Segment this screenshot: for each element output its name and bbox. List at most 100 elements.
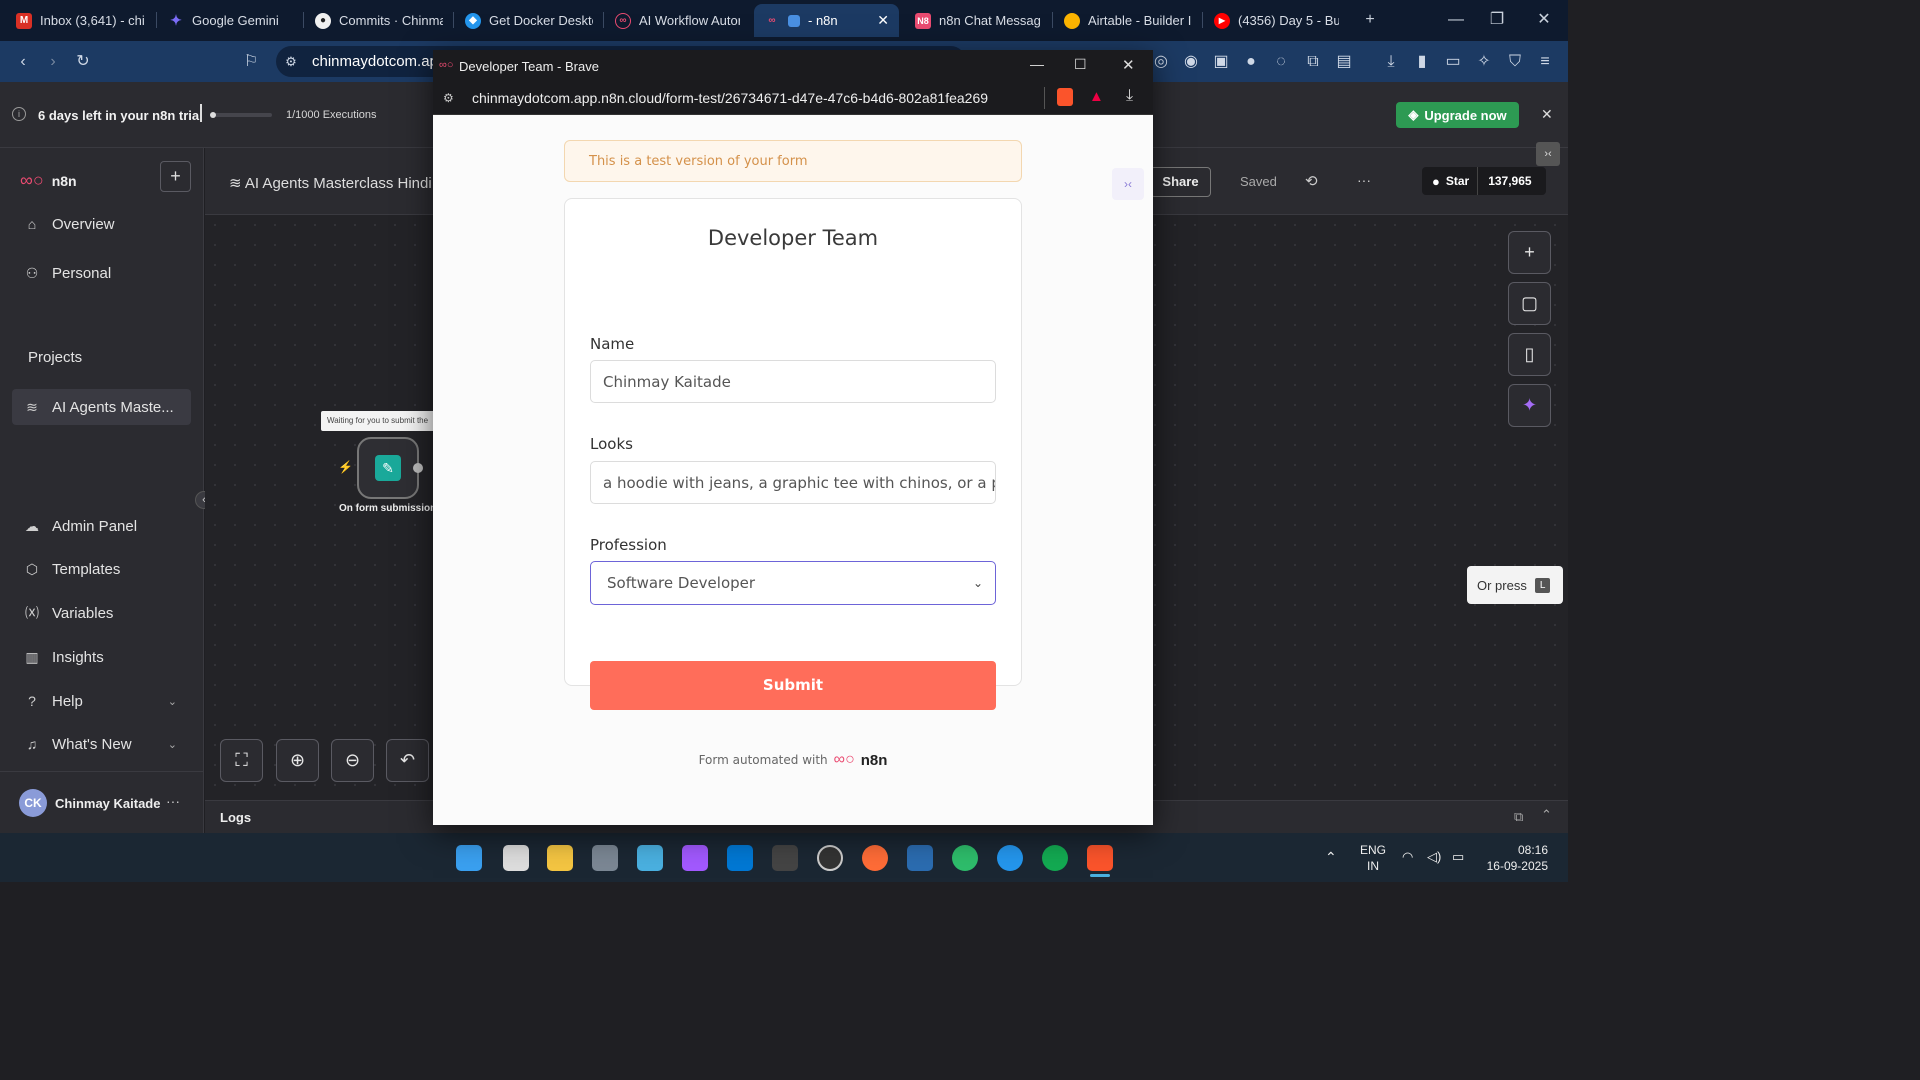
extension-icon[interactable]: ◌ bbox=[1270, 51, 1292, 73]
app-icon[interactable] bbox=[907, 845, 933, 871]
task-view-icon[interactable] bbox=[503, 845, 529, 871]
ai-assistant-button[interactable]: ✦ bbox=[1508, 384, 1551, 427]
extension-icon[interactable]: ▣ bbox=[1210, 51, 1232, 73]
undo-button[interactable]: ↶ bbox=[386, 739, 429, 782]
zoom-out-button[interactable]: ⊖ bbox=[331, 739, 374, 782]
back-icon[interactable]: ‹ bbox=[12, 51, 34, 73]
name-field[interactable]: Chinmay Kaitade bbox=[590, 360, 996, 403]
site-settings-icon[interactable]: ⚙ bbox=[280, 51, 302, 73]
upgrade-now-button[interactable]: ◈ Upgrade now bbox=[1396, 102, 1519, 128]
language-indicator[interactable]: ENG IN bbox=[1360, 842, 1386, 874]
reload-icon[interactable]: ↻ bbox=[72, 51, 94, 73]
browser-tab[interactable]: ◆ Get Docker Deskto bbox=[455, 4, 603, 37]
profession-select[interactable]: Software Developer ⌄ bbox=[590, 561, 996, 605]
obs-icon[interactable] bbox=[817, 845, 843, 871]
minimize-icon[interactable]: — bbox=[1444, 8, 1468, 32]
github-star-button[interactable]: ● Star 137,965 bbox=[1422, 167, 1546, 195]
postman-icon[interactable] bbox=[862, 845, 888, 871]
extension-icon[interactable]: ◉ bbox=[1180, 51, 1202, 73]
form-trigger-node[interactable]: ✎ bbox=[357, 437, 419, 499]
app-icon[interactable] bbox=[952, 845, 978, 871]
brave-shields-icon[interactable] bbox=[1057, 88, 1073, 106]
collapse-icon[interactable]: ›‹ bbox=[1112, 168, 1144, 200]
brave-icon[interactable] bbox=[1087, 845, 1113, 871]
sticky-note-button[interactable]: ▢ bbox=[1508, 282, 1551, 325]
sidebar-toggle-icon[interactable]: ▮ bbox=[1411, 51, 1433, 73]
browser-tab[interactable]: ● Commits · Chinma bbox=[305, 4, 453, 37]
mongodb-icon[interactable] bbox=[1042, 845, 1068, 871]
browser-tab[interactable]: ✦ Google Gemini bbox=[158, 4, 303, 37]
app-icon[interactable] bbox=[592, 845, 618, 871]
panel-toggle-button[interactable]: ▯ bbox=[1508, 333, 1551, 376]
close-window-icon[interactable]: ✕ bbox=[1532, 8, 1556, 32]
minimize-icon[interactable]: — bbox=[1030, 56, 1044, 72]
terminal-icon[interactable] bbox=[772, 845, 798, 871]
figma-icon[interactable] bbox=[682, 845, 708, 871]
create-button[interactable]: + bbox=[160, 161, 191, 192]
browser-tab[interactable]: M Inbox (3,641) - chi bbox=[6, 4, 156, 37]
browser-tab[interactable]: Airtable - Builder I bbox=[1054, 4, 1202, 37]
close-banner-icon[interactable]: ✕ bbox=[1541, 106, 1553, 123]
app-icon[interactable] bbox=[637, 845, 663, 871]
looks-field[interactable]: a hoodie with jeans, a graphic tee with … bbox=[590, 461, 996, 504]
bookmark-icon[interactable]: ⚐ bbox=[240, 51, 262, 73]
docker-icon[interactable] bbox=[997, 845, 1023, 871]
wifi-icon[interactable]: ◠ bbox=[1402, 849, 1413, 865]
extension-icon[interactable]: ● bbox=[1240, 51, 1262, 73]
history-icon[interactable]: ⟲ bbox=[1305, 172, 1318, 190]
user-menu-icon[interactable]: ··· bbox=[166, 793, 180, 809]
file-explorer-icon[interactable] bbox=[547, 845, 573, 871]
menu-icon[interactable]: ≡ bbox=[1534, 51, 1556, 73]
sidebar-item-project[interactable]: ≋ AI Agents Maste... bbox=[12, 389, 191, 425]
chevron-up-icon[interactable]: ⌃ bbox=[1325, 849, 1337, 866]
browser-tab[interactable]: ▶ (4356) Day 5 - Buil bbox=[1204, 4, 1349, 37]
popout-icon[interactable]: ⧉ bbox=[1514, 809, 1523, 825]
sidebar-item-insights[interactable]: ▥ Insights bbox=[12, 639, 191, 675]
windows-start-icon[interactable] bbox=[456, 845, 482, 871]
battery-icon[interactable]: ▭ bbox=[1452, 849, 1464, 865]
node-output-handle[interactable] bbox=[413, 463, 423, 473]
close-window-icon[interactable]: ✕ bbox=[1122, 56, 1135, 74]
new-tab-icon[interactable]: + bbox=[1358, 8, 1382, 32]
browser-tab-active[interactable]: ∞ - n8n ✕ bbox=[754, 4, 899, 37]
close-tab-icon[interactable]: ✕ bbox=[877, 12, 889, 29]
leo-ai-icon[interactable]: ✧ bbox=[1473, 51, 1495, 73]
download-icon[interactable]: ⤓ bbox=[1380, 51, 1402, 73]
submit-button[interactable]: Submit bbox=[590, 661, 996, 710]
fit-view-button[interactable]: ⛶ bbox=[220, 739, 263, 782]
avatar[interactable]: CK bbox=[19, 789, 47, 817]
sidebar-item-help[interactable]: ? Help ⌄ bbox=[12, 683, 191, 719]
wallet-icon[interactable]: ▭ bbox=[1442, 51, 1464, 73]
zoom-in-button[interactable]: ⊕ bbox=[276, 739, 319, 782]
volume-icon[interactable]: ◁) bbox=[1427, 849, 1441, 865]
browser-tab[interactable]: ∞ AI Workflow Autor bbox=[605, 4, 750, 37]
extension-icon[interactable]: ◎ bbox=[1150, 51, 1172, 73]
maximize-icon[interactable]: ☐ bbox=[1074, 56, 1087, 73]
sidebar-item-variables[interactable]: ⒳ Variables bbox=[12, 595, 191, 631]
download-icon[interactable]: ⤓ bbox=[1126, 87, 1133, 105]
add-node-button[interactable]: + bbox=[1508, 231, 1551, 274]
sidebar-item-admin-panel[interactable]: ☁ Admin Panel bbox=[12, 508, 191, 544]
browser-tab[interactable]: N8 n8n Chat Message bbox=[905, 4, 1050, 37]
chevron-up-icon[interactable]: ⌃ bbox=[1541, 807, 1552, 823]
sidebar-item-personal[interactable]: ⚇ Personal bbox=[12, 255, 191, 291]
site-settings-icon[interactable]: ⚙ bbox=[443, 91, 454, 105]
forward-icon[interactable]: › bbox=[42, 51, 64, 73]
vscode-icon[interactable] bbox=[727, 845, 753, 871]
n8n-logo[interactable]: ∞○ n8n bbox=[20, 170, 77, 191]
brave-rewards-icon[interactable]: ▲ bbox=[1089, 88, 1104, 105]
workflow-title[interactable]: ≋ AI Agents Masterclass Hindi bbox=[229, 174, 434, 192]
extensions-puzzle-icon[interactable]: ⧉ bbox=[1302, 51, 1324, 73]
more-options-icon[interactable]: ··· bbox=[1357, 172, 1371, 188]
address-bar-text[interactable]: chinmaydotcom.ap bbox=[312, 53, 438, 70]
reader-icon[interactable]: ▤ bbox=[1333, 51, 1355, 73]
vpn-icon[interactable]: ⛉ bbox=[1504, 51, 1526, 73]
popup-address-bar[interactable]: ⚙ chinmaydotcom.app.n8n.cloud/form-test/… bbox=[433, 82, 1153, 115]
share-button[interactable]: Share bbox=[1150, 167, 1211, 197]
clock[interactable]: 08:16 16-09-2025 bbox=[1484, 842, 1548, 874]
sidebar-item-overview[interactable]: ⌂ Overview bbox=[12, 206, 191, 242]
sidebar-item-whats-new[interactable]: ♫ What's New ⌄ bbox=[12, 726, 191, 762]
sidebar-item-templates[interactable]: ⬡ Templates bbox=[12, 551, 191, 587]
popup-url-text[interactable]: chinmaydotcom.app.n8n.cloud/form-test/26… bbox=[472, 90, 1032, 106]
restore-icon[interactable]: ❐ bbox=[1485, 8, 1509, 32]
